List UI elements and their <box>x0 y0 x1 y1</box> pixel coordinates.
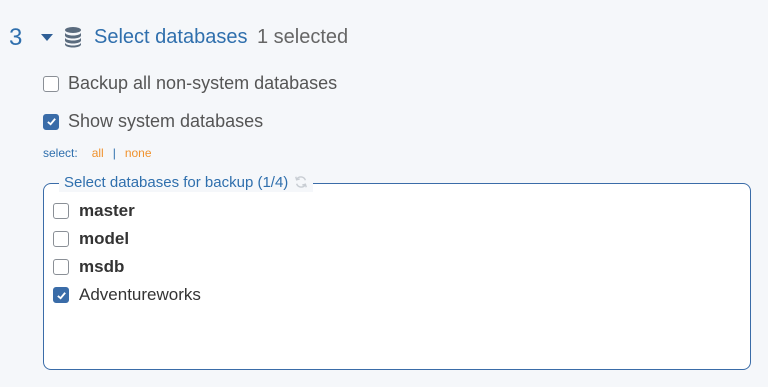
legend-text: Select databases for backup (1/4) <box>64 173 289 191</box>
backup-all-label: Backup all non-system databases <box>68 73 338 93</box>
show-system-option[interactable]: Show system databases <box>43 111 263 132</box>
select-none-link[interactable]: none <box>125 146 152 160</box>
section-title[interactable]: Select databases <box>94 26 247 49</box>
db-checkbox-msdb[interactable] <box>53 259 69 275</box>
select-links: select: all | none <box>43 146 152 160</box>
backup-all-option[interactable]: Backup all non-system databases <box>43 73 337 94</box>
caret-down-icon[interactable] <box>41 34 53 41</box>
db-label-adventureworks: Adventureworks <box>79 285 201 304</box>
database-icon <box>65 27 81 48</box>
db-item-model[interactable]: model <box>53 229 129 249</box>
db-label-msdb: msdb <box>79 257 125 276</box>
db-checkbox-master[interactable] <box>53 203 69 219</box>
database-list-box <box>43 183 751 370</box>
db-checkbox-model[interactable] <box>53 231 69 247</box>
db-item-adventureworks[interactable]: Adventureworks <box>53 285 201 305</box>
db-item-msdb[interactable]: msdb <box>53 257 124 277</box>
select-label: select: <box>43 146 78 160</box>
show-system-label: Show system databases <box>68 111 264 131</box>
db-item-master[interactable]: master <box>53 201 135 221</box>
selected-count: 1 selected <box>257 26 349 48</box>
select-separator: | <box>112 146 116 160</box>
select-all-link[interactable]: all <box>92 146 104 160</box>
show-system-checkbox[interactable] <box>43 113 59 130</box>
step-number: 3 <box>9 24 23 51</box>
db-label-master: master <box>79 201 135 220</box>
database-list-legend: Select databases for backup (1/4) <box>59 172 314 192</box>
backup-all-checkbox[interactable] <box>43 75 59 92</box>
db-checkbox-adventureworks[interactable] <box>53 287 69 303</box>
refresh-icon[interactable] <box>294 175 308 189</box>
db-label-model: model <box>79 229 130 248</box>
